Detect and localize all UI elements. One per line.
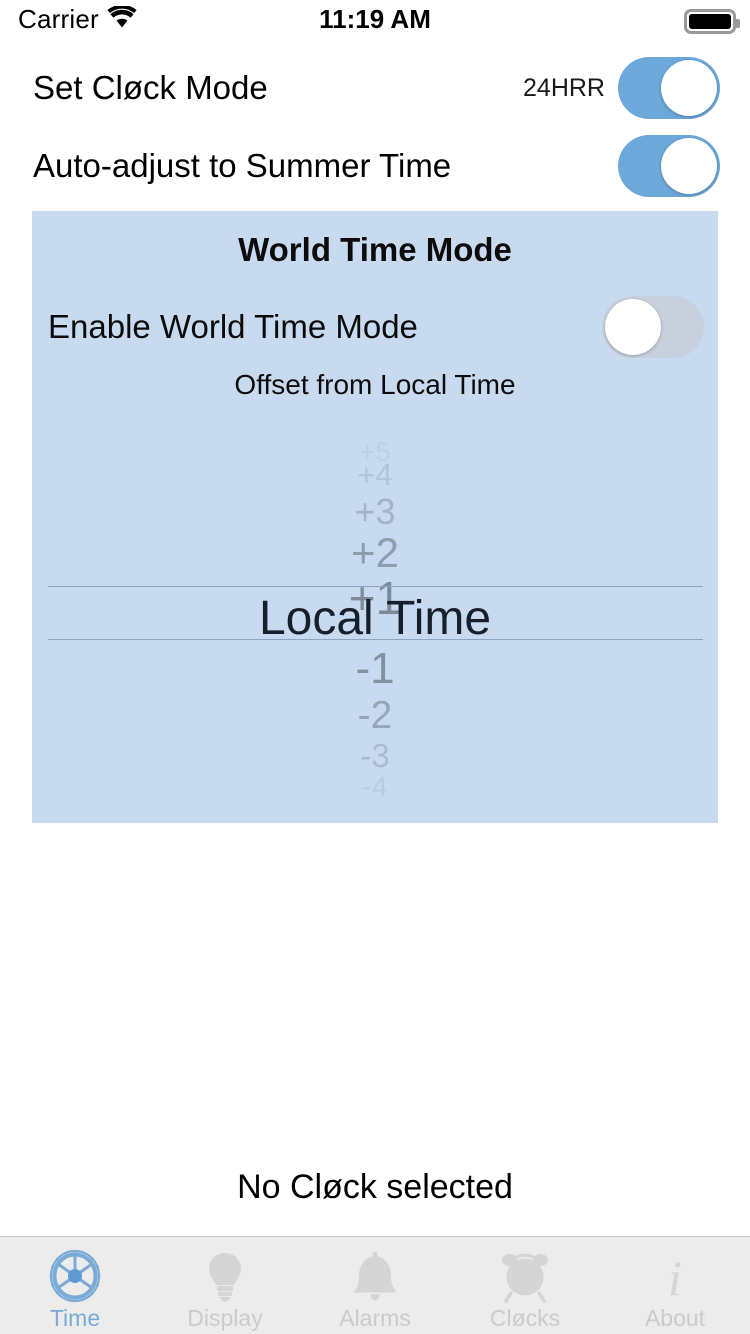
tab-clocks[interactable]: Cløcks xyxy=(450,1237,600,1334)
tab-label-time: Time xyxy=(49,1305,101,1331)
picker-item-above-2[interactable]: +3 xyxy=(32,491,718,533)
toggle-knob xyxy=(605,299,661,355)
summer-time-label: Auto-adjust to Summer Time xyxy=(33,147,452,184)
world-time-panel-title: World Time Mode xyxy=(238,231,512,268)
picker-separator-bottom xyxy=(48,639,703,640)
setting-row-clock-mode[interactable]: Set Cløck Mode 24HRR xyxy=(0,52,750,124)
picker-caption: Offset from Local Time xyxy=(234,369,516,400)
picker-item-below-1[interactable]: -2 xyxy=(32,694,718,738)
tab-label-about: About xyxy=(644,1305,706,1331)
picker-item-below-0[interactable]: -1 xyxy=(32,644,718,694)
info-italic-i-icon: i xyxy=(646,1247,704,1305)
status-bar-time: 11:19 AM xyxy=(319,4,431,34)
clock-mode-toggle[interactable] xyxy=(618,57,720,119)
toggle-knob xyxy=(661,138,717,194)
enable-world-time-row[interactable]: Enable World Time Mode xyxy=(32,296,718,358)
tab-about[interactable]: i About xyxy=(600,1237,750,1334)
picker-selected-item[interactable]: Local Time xyxy=(32,591,718,646)
summer-time-toggle[interactable] xyxy=(618,135,720,197)
tab-label-display: Display xyxy=(187,1305,263,1331)
picker-separator-top xyxy=(48,586,703,587)
clock-mode-value-label: 24HRR xyxy=(523,73,605,102)
svg-text:i: i xyxy=(668,1250,682,1303)
battery-full-icon xyxy=(684,9,740,34)
setting-row-summer-time[interactable]: Auto-adjust to Summer Time xyxy=(0,130,750,202)
tab-label-alarms: Alarms xyxy=(339,1305,411,1331)
app-screen: Carrier 11:19 AM Set Cløck Mode 24HRR Au… xyxy=(0,0,750,1334)
offset-picker-wheel[interactable]: +5 +4 +3 +2 +1 Local Time -1 -2 -3 -4 xyxy=(32,437,718,802)
world-time-mode-panel: World Time Mode Enable World Time Mode O… xyxy=(32,211,718,823)
tab-alarms[interactable]: Alarms xyxy=(300,1237,450,1334)
picker-item-above-1[interactable]: +4 xyxy=(32,457,718,493)
tab-bar: Time Display Alarms Cløcks i About xyxy=(0,1236,750,1334)
enable-world-time-toggle[interactable] xyxy=(602,296,704,358)
battery-fill xyxy=(689,14,731,29)
picker-item-below-3[interactable]: -4 xyxy=(32,771,718,803)
enable-world-time-label: Enable World Time Mode xyxy=(48,308,418,345)
tab-time[interactable]: Time xyxy=(0,1237,150,1334)
status-bar-right xyxy=(684,9,740,34)
balance-wheel-icon xyxy=(46,1247,104,1305)
picker-item-above-3[interactable]: +2 xyxy=(32,529,718,577)
bell-icon xyxy=(346,1247,404,1305)
tab-display[interactable]: Display xyxy=(150,1237,300,1334)
no-clock-selected-message: No Cløck selected xyxy=(237,1168,513,1206)
clock-mode-label: Set Cløck Mode xyxy=(33,69,268,106)
status-bar: Carrier 11:19 AM xyxy=(0,0,750,44)
toggle-knob xyxy=(661,60,717,116)
picker-item-below-2[interactable]: -3 xyxy=(32,737,718,775)
lightbulb-icon xyxy=(196,1247,254,1305)
tab-label-clocks: Cløcks xyxy=(489,1305,561,1331)
alarm-clock-icon xyxy=(496,1247,554,1305)
